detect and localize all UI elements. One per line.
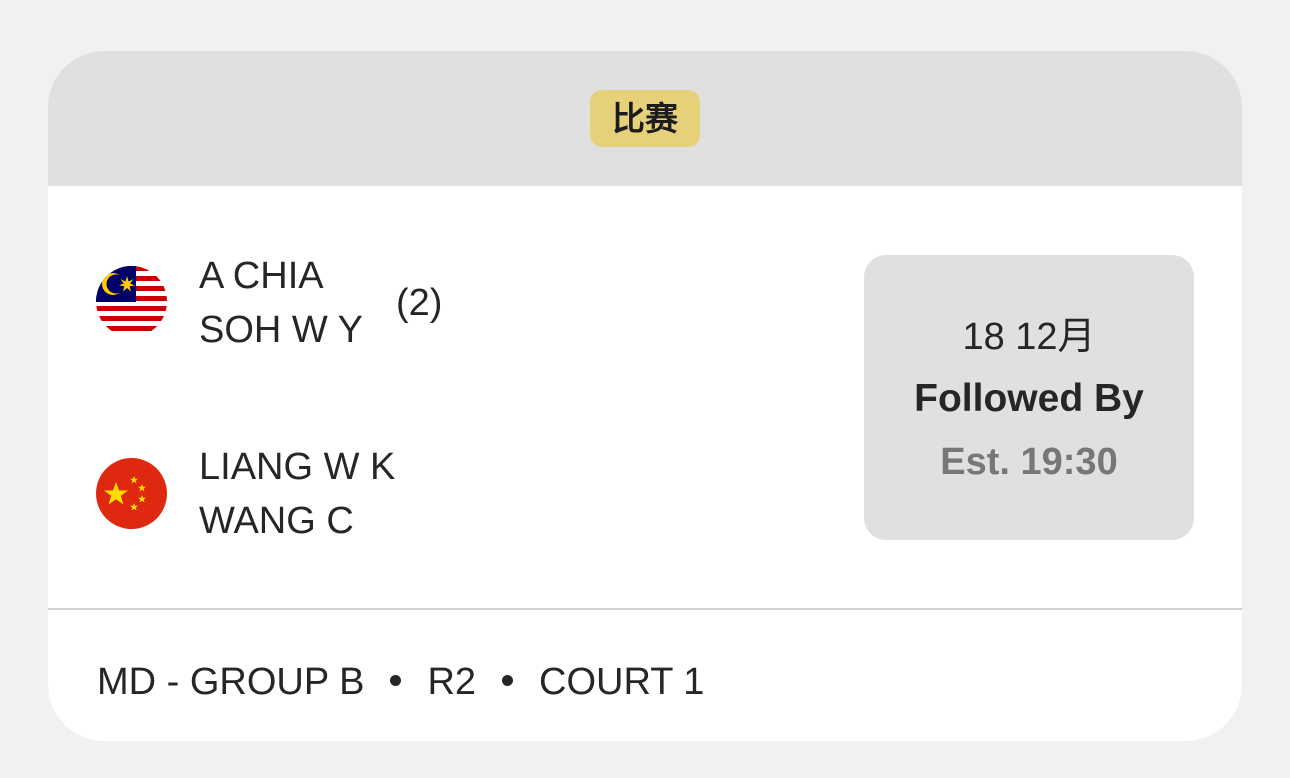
card-header: 比赛 <box>48 51 1242 186</box>
match-card[interactable]: 比赛 A CHIA SOH W Y (2) LIANG W K WANG C 1… <box>48 51 1242 741</box>
team1-player2-name: SOH W Y <box>199 309 363 351</box>
status-badge: 比赛 <box>590 90 700 147</box>
match-date: 18 12月 <box>962 316 1096 358</box>
match-info-footer: MD - GROUP B R2 COURT 1 <box>97 655 704 709</box>
estimated-time: Est. 19:30 <box>940 441 1118 483</box>
team2-player1-name: LIANG W K <box>199 446 396 488</box>
china-flag-icon <box>96 458 167 529</box>
team2-player2-name: WANG C <box>199 500 354 542</box>
separator-dot-icon <box>502 675 514 687</box>
team1-player1-name: A CHIA <box>199 255 324 297</box>
divider <box>48 608 1242 610</box>
team1-seed: (2) <box>396 282 443 324</box>
malaysia-flag-icon <box>96 266 167 337</box>
separator-dot-icon <box>390 675 402 687</box>
schedule-box: 18 12月 Followed By Est. 19:30 <box>864 255 1194 540</box>
event-name: MD - GROUP B <box>97 661 365 703</box>
court-label: COURT 1 <box>539 661 705 703</box>
round-label: R2 <box>427 661 477 703</box>
match-order: Followed By <box>914 377 1144 420</box>
